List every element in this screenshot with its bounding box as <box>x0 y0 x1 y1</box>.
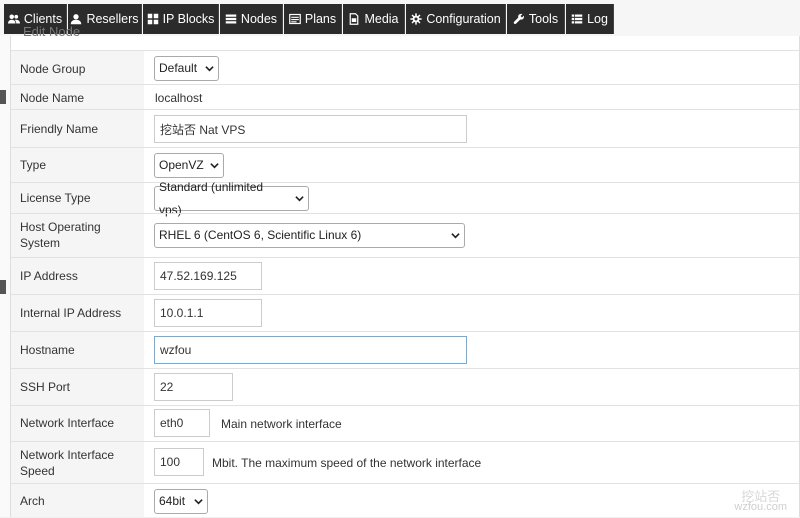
host-os-value: RHEL 6 (CentOS 6, Scientific Linux 6) <box>159 228 362 242</box>
type-select[interactable]: OpenVZ <box>154 153 224 178</box>
row-network-interface: Network Interface Main network interface <box>11 405 799 442</box>
edit-node-panel: Edit Node Node Group Default Node Name l… <box>10 24 800 518</box>
ssh-port-input[interactable] <box>154 373 233 401</box>
internal-ip-label: Internal IP Address <box>20 306 122 320</box>
row-node-name: Node Name localhost <box>11 84 799 110</box>
friendly-name-label: Friendly Name <box>20 122 99 136</box>
watermark-url: wzfou.com <box>734 501 787 513</box>
ssh-port-label: SSH Port <box>20 380 71 394</box>
row-internal-ip: Internal IP Address <box>11 294 799 332</box>
network-speed-hint: Mbit. The maximum speed of the network i… <box>212 456 482 470</box>
chevron-down-icon <box>451 233 460 239</box>
nav-plans-label: Plans <box>304 12 337 26</box>
list-icon <box>571 14 583 24</box>
row-ssh-port: SSH Port <box>11 368 799 406</box>
hostname-label: Hostname <box>20 343 75 357</box>
network-interface-hint: Main network interface <box>221 417 342 431</box>
network-speed-label: Network Interface Speed <box>20 448 115 478</box>
nav-resellers-label: Resellers <box>86 12 139 26</box>
row-network-speed: Network Interface Speed Mbit. The maximu… <box>11 441 799 484</box>
watermark: 挖站否 wzfou.com <box>734 490 787 513</box>
nav-tools[interactable]: Tools <box>507 4 565 34</box>
network-interface-input[interactable] <box>154 409 210 437</box>
sidebar-marker <box>0 90 6 104</box>
type-value: OpenVZ <box>159 158 204 172</box>
row-ip-address: IP Address <box>11 257 799 295</box>
host-os-label: Host Operating System <box>20 220 101 250</box>
node-group-label: Node Group <box>20 62 86 76</box>
row-host-os: Host Operating System RHEL 6 (CentOS 6, … <box>11 213 799 258</box>
license-type-label: License Type <box>20 191 91 205</box>
left-edge <box>0 36 10 517</box>
list-icon <box>289 13 301 25</box>
nav-plans[interactable]: Plans <box>284 4 342 34</box>
nav-media[interactable]: Media <box>343 4 405 34</box>
server-icon <box>225 14 237 24</box>
node-group-value: Default <box>159 61 198 75</box>
host-os-select[interactable]: RHEL 6 (CentOS 6, Scientific Linux 6) <box>154 223 465 248</box>
nav-tools-label: Tools <box>528 12 559 26</box>
top-navigation: Clients Resellers IP Blocks Nodes Plans … <box>0 0 800 36</box>
internal-ip-input[interactable] <box>154 299 262 327</box>
file-icon <box>350 13 359 25</box>
type-label: Type <box>20 158 47 172</box>
wrench-icon <box>513 13 524 25</box>
ip-address-label: IP Address <box>20 269 78 283</box>
row-node-group: Node Group Default <box>11 50 799 85</box>
arch-select[interactable]: 64bit <box>154 489 208 514</box>
sidebar-marker <box>0 280 6 294</box>
users-icon <box>7 14 20 24</box>
license-type-select[interactable]: Standard (unlimited vps) <box>154 180 309 217</box>
nav-log[interactable]: Log <box>566 4 614 34</box>
row-friendly-name: Friendly Name <box>11 109 799 148</box>
nav-configuration[interactable]: Configuration <box>406 4 506 34</box>
chevron-down-icon <box>205 66 214 72</box>
nav-configuration-label: Configuration <box>426 12 501 26</box>
arch-value: 64bit <box>159 494 186 508</box>
friendly-name-input[interactable] <box>154 115 467 143</box>
hostname-input[interactable] <box>154 336 467 364</box>
row-arch: Arch 64bit <box>11 483 799 518</box>
node-name-value: localhost <box>155 91 203 105</box>
nav-log-label: Log <box>587 12 608 26</box>
row-license-type: License Type Standard (unlimited vps) <box>11 180 799 217</box>
network-interface-label: Network Interface <box>20 416 115 430</box>
node-name-label: Node Name <box>20 91 85 105</box>
nav-ip-blocks[interactable]: IP Blocks <box>143 4 219 34</box>
row-hostname: Hostname <box>11 331 799 369</box>
chevron-down-icon <box>194 499 203 505</box>
nav-nodes-label: Nodes <box>240 12 278 26</box>
arch-label: Arch <box>20 494 45 508</box>
node-group-select[interactable]: Default <box>154 56 219 81</box>
grid-icon <box>147 13 158 25</box>
row-type: Type OpenVZ <box>11 147 799 183</box>
ip-address-input[interactable] <box>154 262 262 290</box>
network-speed-input[interactable] <box>154 448 204 476</box>
gear-icon <box>410 13 422 25</box>
chevron-down-icon <box>210 163 219 169</box>
nav-nodes[interactable]: Nodes <box>220 4 283 34</box>
panel-title: Edit Node <box>23 24 81 39</box>
chevron-down-icon <box>295 196 304 202</box>
nav-ip-blocks-label: IP Blocks <box>162 12 215 26</box>
nav-media-label: Media <box>364 12 399 26</box>
